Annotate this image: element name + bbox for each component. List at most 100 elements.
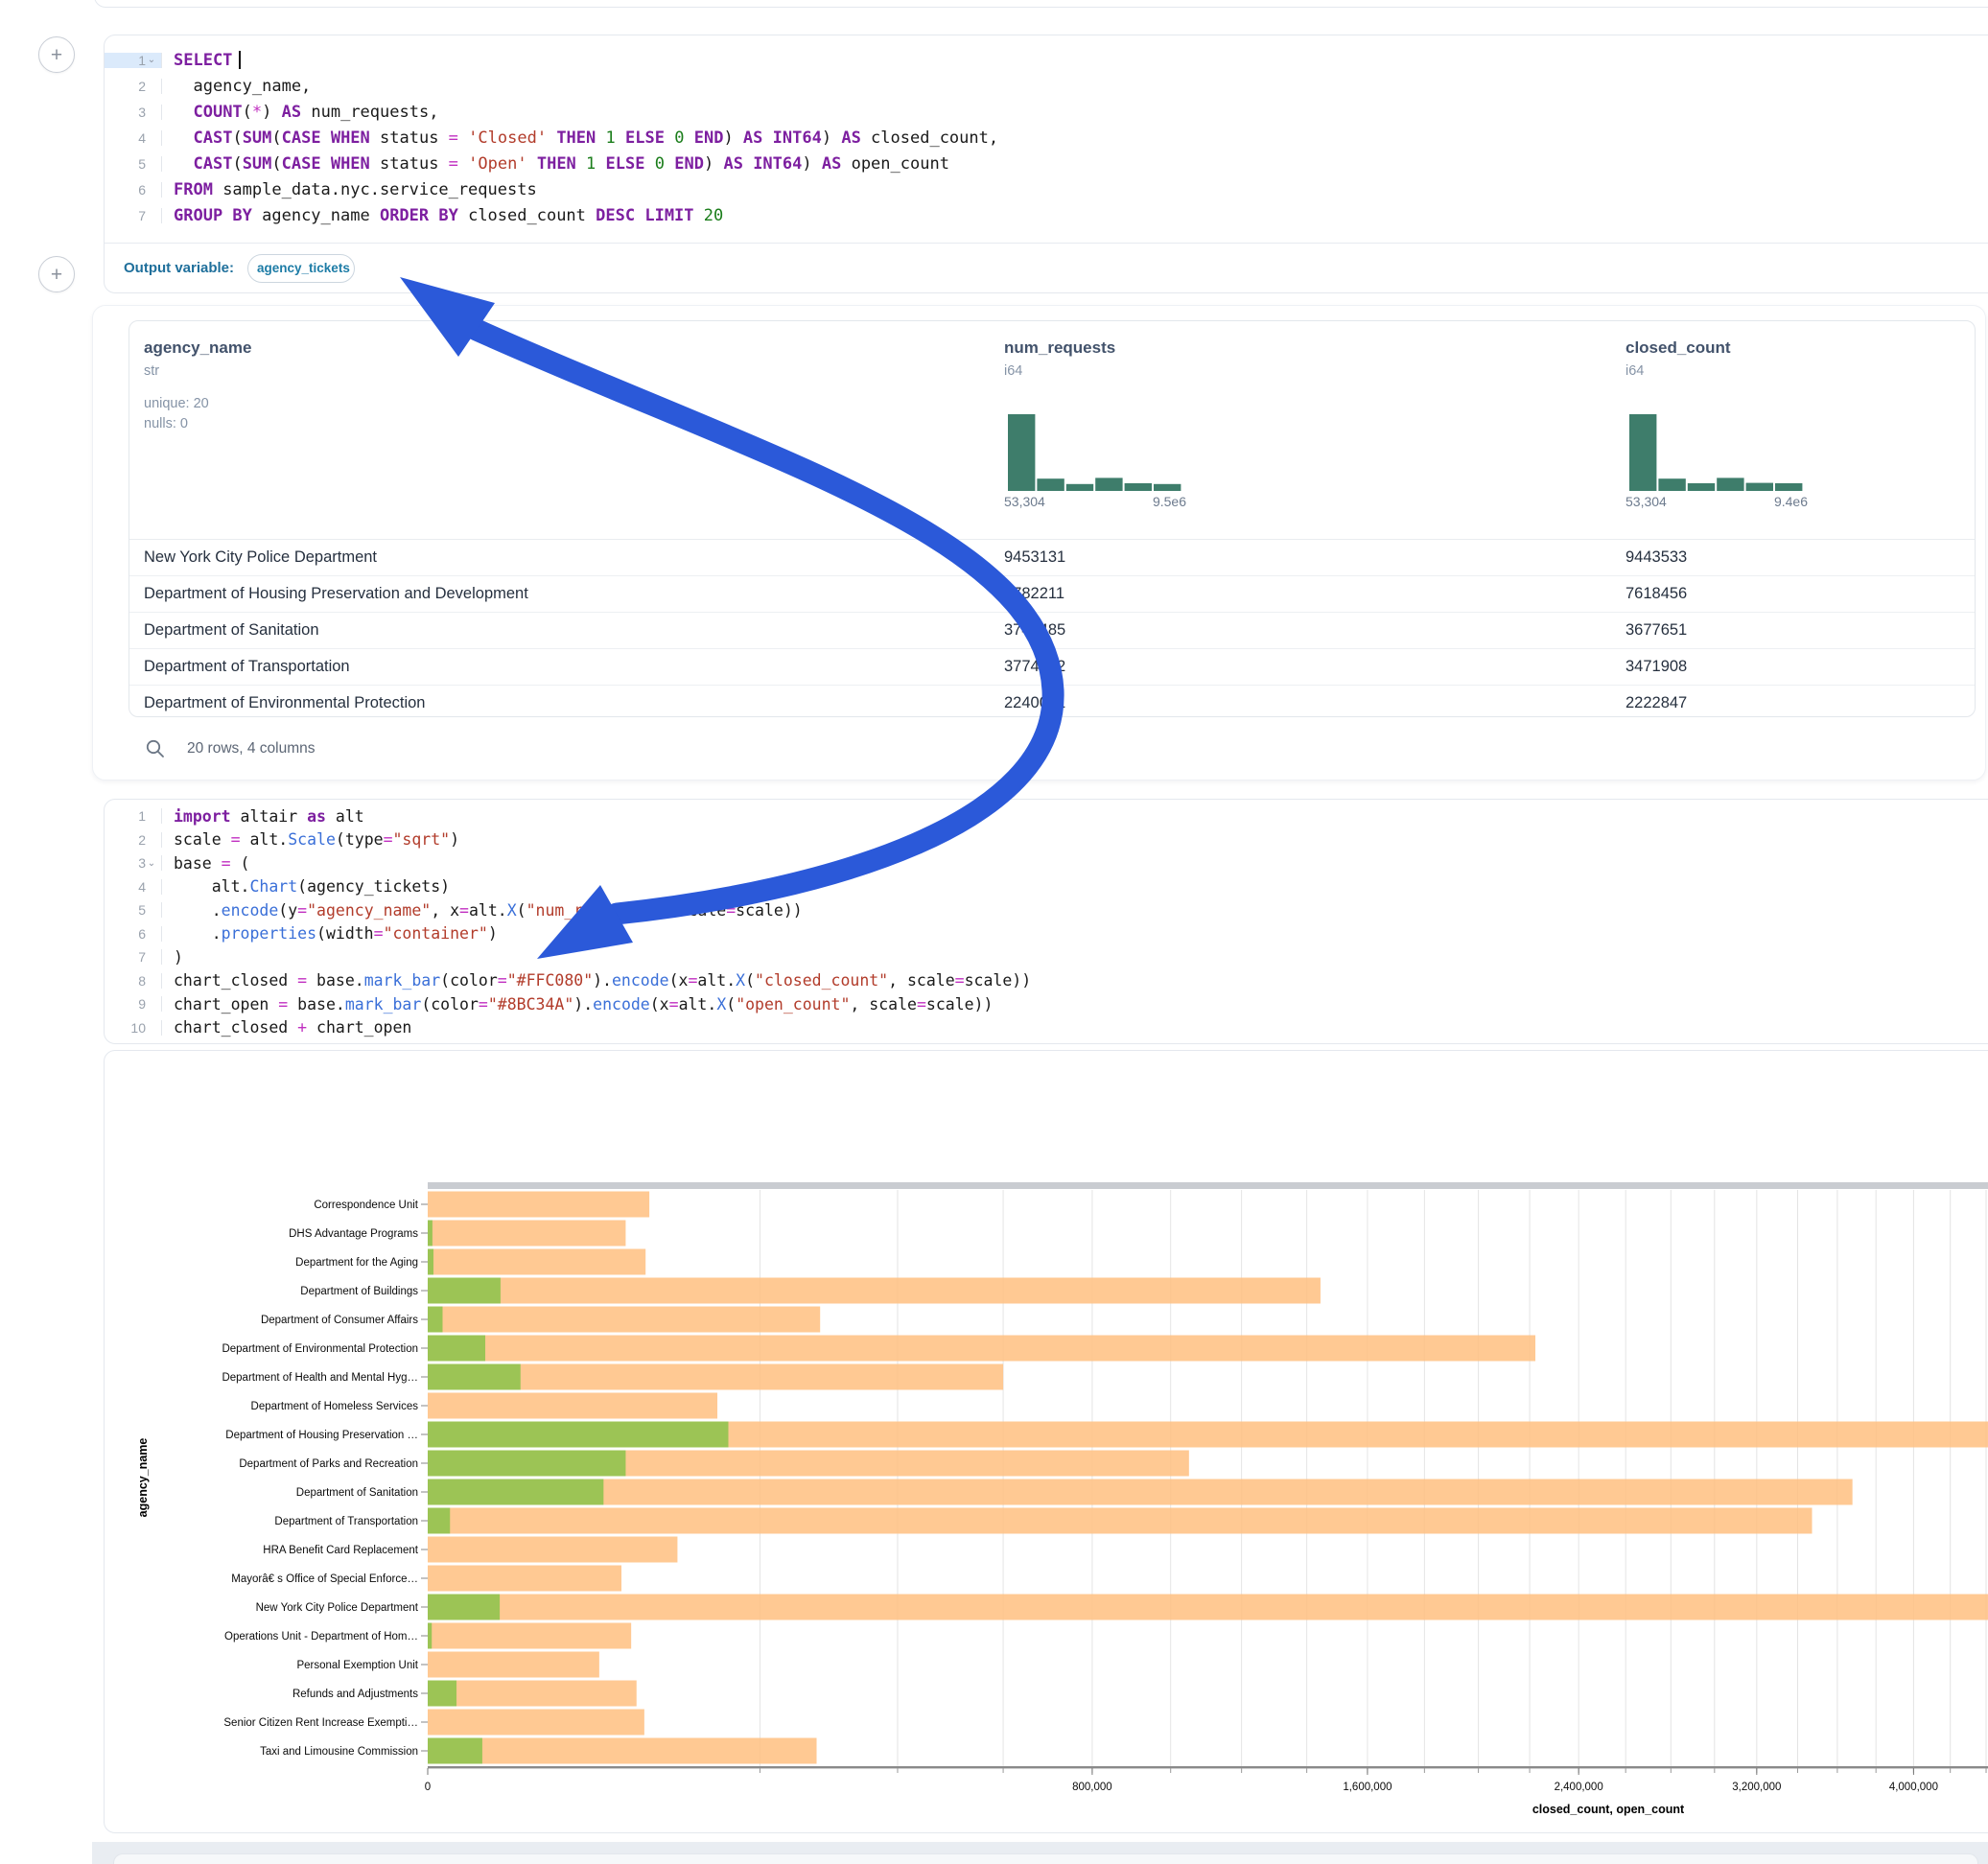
layered-bar-chart: Correspondence UnitDHS Advantage Program… <box>105 1051 1988 1832</box>
code-line[interactable]: 5 CAST(SUM(CASE WHEN status = 'Open' THE… <box>105 151 1988 176</box>
bar-closed-count <box>428 1508 1813 1534</box>
code-line[interactable]: 9chart_open = base.mark_bar(color="#8BC3… <box>105 992 1988 1016</box>
add-cell-button-output[interactable]: + <box>38 256 75 292</box>
y-axis-label: Department of Sanitation <box>296 1487 418 1499</box>
cell-value: 9453131 <box>1004 548 1065 567</box>
bar-open-count <box>428 1422 728 1448</box>
fold-chevron-icon[interactable]: ⌄ <box>146 858 157 869</box>
bar-open-count <box>428 1508 450 1534</box>
cell-agency-name: Department of Transportation <box>144 658 350 676</box>
line-number: 4 <box>105 879 162 895</box>
code-line[interactable]: 4 CAST(SUM(CASE WHEN status = 'Closed' T… <box>105 125 1988 151</box>
x-axis-line <box>428 1766 1988 1768</box>
x-tick-label: 3,200,000 <box>1732 1782 1781 1793</box>
bar-closed-count <box>428 1307 820 1333</box>
x-tick-label: 4,000,000 <box>1889 1782 1938 1793</box>
column-header-agency_name[interactable]: agency_namestrunique: 20nulls: 0 <box>144 321 393 434</box>
code-line[interactable]: 3⌄base = ( <box>105 851 1988 875</box>
code-line[interactable]: 6 .properties(width="container") <box>105 922 1988 946</box>
column-histogram <box>1629 410 1804 491</box>
table-row: Department of Environmental Protection 22… <box>129 686 1975 717</box>
code-line[interactable]: 3 COUNT(*) AS num_requests, <box>105 99 1988 125</box>
code-line[interactable]: 5 .encode(y="agency_name", x=alt.X("num_… <box>105 898 1988 922</box>
cell-agency-name: Department of Environmental Protection <box>144 694 425 712</box>
code-line[interactable]: 1import altair as alt <box>105 804 1988 828</box>
chart-output-cell: Correspondence UnitDHS Advantage Program… <box>104 1050 1988 1833</box>
bar-closed-count <box>428 1278 1321 1304</box>
code-text: SELECT <box>162 51 241 70</box>
search-icon[interactable] <box>145 738 166 759</box>
y-axis-label: Department of Health and Mental Hyg… <box>222 1372 418 1384</box>
code-text: COUNT(*) AS num_requests, <box>162 103 438 122</box>
code-text: CAST(SUM(CASE WHEN status = 'Open' THEN … <box>162 154 949 174</box>
bar-open-count <box>428 1738 482 1764</box>
y-axis-label: Department of Transportation <box>274 1516 418 1527</box>
y-axis-label: Correspondence Unit <box>314 1200 418 1211</box>
y-axis-label: Refunds and Adjustments <box>292 1689 418 1700</box>
y-axis-label: Department of Consumer Affairs <box>261 1315 418 1326</box>
column-header-closed_count[interactable]: closed_counti6453,3049.4e6 <box>1625 321 1875 379</box>
bar-closed-count <box>428 1566 621 1592</box>
y-axis-label: New York City Police Department <box>256 1602 419 1614</box>
code-line[interactable]: 2 agency_name, <box>105 73 1988 99</box>
python-editor[interactable]: 1import altair as alt2scale = alt.Scale(… <box>105 800 1988 1039</box>
cell-value: 3471908 <box>1625 658 1687 676</box>
line-number: 2 <box>105 832 162 848</box>
line-number: 9 <box>105 996 162 1012</box>
y-axis-label: Department for the Aging <box>295 1257 418 1269</box>
code-line[interactable]: 1⌄SELECT <box>105 47 1988 73</box>
cell-value: 7782211 <box>1004 585 1064 603</box>
line-number: 7 <box>105 949 162 965</box>
column-stats: unique: 20nulls: 0 <box>144 394 393 434</box>
x-axis-title: closed_count, open_count <box>1532 1803 1685 1816</box>
y-axis-label: Senior Citizen Rent Increase Exempti… <box>223 1717 418 1729</box>
cell-value: 2222847 <box>1625 694 1687 712</box>
y-axis-label: Personal Exemption Unit <box>296 1660 418 1671</box>
bar-closed-count <box>428 1623 631 1649</box>
column-name: agency_name <box>144 338 393 358</box>
sql-code-cell[interactable]: 1⌄SELECT2 agency_name,3 COUNT(*) AS num_… <box>104 35 1988 293</box>
chart-top-edge <box>428 1182 1988 1189</box>
code-text: ) <box>162 948 183 967</box>
x-tick-label: 0 <box>425 1782 431 1793</box>
bar-open-count <box>428 1336 485 1362</box>
code-text: chart_closed + chart_open <box>162 1018 411 1037</box>
y-axis-label: Department of Homeless Services <box>251 1401 419 1412</box>
code-line[interactable]: 7GROUP BY agency_name ORDER BY closed_co… <box>105 202 1988 228</box>
column-histogram <box>1008 410 1182 491</box>
line-number: 6 <box>105 926 162 942</box>
code-line[interactable]: 4 alt.Chart(agency_tickets) <box>105 875 1988 899</box>
output-variable-row: Output variable: agency_tickets <box>105 243 1988 292</box>
bar-open-count <box>428 1249 433 1275</box>
sql-editor[interactable]: 1⌄SELECT2 agency_name,3 COUNT(*) AS num_… <box>105 35 1988 228</box>
python-code-cell[interactable]: 1import altair as alt2scale = alt.Scale(… <box>104 799 1988 1044</box>
x-tick-label: 2,400,000 <box>1555 1782 1603 1793</box>
y-axis-label: HRA Benefit Card Replacement <box>263 1545 419 1556</box>
output-variable-input[interactable]: agency_tickets <box>247 254 355 283</box>
code-line[interactable]: 8chart_closed = base.mark_bar(color="#FF… <box>105 969 1988 993</box>
bar-open-count <box>428 1364 521 1390</box>
cell-value: 3749485 <box>1004 621 1065 640</box>
bar-closed-count <box>428 1249 645 1275</box>
code-text: chart_closed = base.mark_bar(color="#FFC… <box>162 971 1031 990</box>
code-text: GROUP BY agency_name ORDER BY closed_cou… <box>162 206 723 225</box>
x-tick-label: 1,600,000 <box>1343 1782 1392 1793</box>
add-cell-button-top[interactable]: + <box>38 36 75 73</box>
bar-open-count <box>428 1451 625 1477</box>
y-axis-label: Taxi and Limousine Commission <box>260 1746 418 1758</box>
table-row: New York City Police Department945313194… <box>129 540 1975 576</box>
bar-closed-count <box>428 1221 625 1247</box>
code-line[interactable]: 6FROM sample_data.nyc.service_requests <box>105 176 1988 202</box>
bar-closed-count <box>428 1336 1535 1362</box>
code-line[interactable]: 7) <box>105 945 1988 969</box>
code-line[interactable]: 10chart_closed + chart_open <box>105 1016 1988 1040</box>
cell-value: 2240041 <box>1004 694 1065 712</box>
fold-chevron-icon[interactable]: ⌄ <box>146 55 157 65</box>
bar-open-count <box>428 1221 433 1247</box>
line-number: 3⌄ <box>105 855 162 871</box>
column-name: num_requests <box>1004 338 1253 358</box>
code-line[interactable]: 2scale = alt.Scale(type="sqrt") <box>105 828 1988 852</box>
column-header-num_requests[interactable]: num_requestsi6453,3049.5e6 <box>1004 321 1253 379</box>
cell-agency-name: Department of Housing Preservation and D… <box>144 585 528 603</box>
y-axis-label: Department of Buildings <box>300 1286 418 1297</box>
